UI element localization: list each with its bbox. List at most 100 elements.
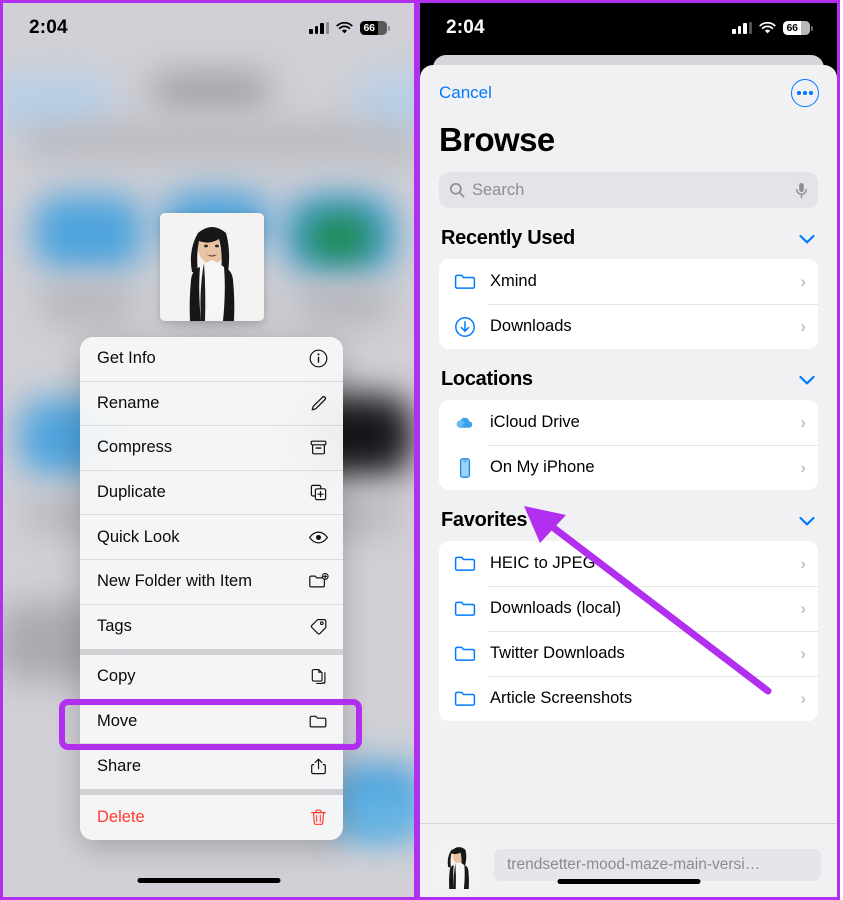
status-icons: 66 (309, 21, 390, 35)
folder-icon (454, 691, 476, 706)
share-up-arrow-icon (307, 756, 329, 778)
icloud-drive-icon (456, 417, 473, 428)
chevron-down-icon[interactable] (798, 374, 816, 386)
list-item-label: Article Screenshots (490, 689, 633, 707)
list-item-article-screenshots[interactable]: Article Screenshots › (439, 676, 818, 721)
file-photo-thumbnail (436, 841, 482, 889)
home-indicator-left (137, 878, 280, 883)
chevron-right-icon: › (800, 553, 806, 573)
list-item-heic-to-jpeg[interactable]: HEIC to JPEG › (439, 541, 818, 586)
list-item-label: HEIC to JPEG (490, 554, 596, 572)
left-phone-panel: 2:04 66 Get Info Rename Compress Duplica… (0, 0, 417, 900)
folder-icon (454, 274, 476, 289)
search-container: Search (420, 159, 837, 208)
clock: 2:04 (446, 17, 485, 38)
context-menu-group-1: Get Info Rename Compress Duplicate Quick… (80, 337, 343, 649)
trash-icon (307, 806, 329, 828)
folder-icon (454, 601, 476, 616)
context-menu-group-3: Delete (80, 788, 343, 840)
iphone-icon (459, 457, 471, 478)
copy-documents-icon (307, 666, 329, 688)
tag-icon (307, 616, 329, 638)
list-item-label: Downloads (490, 317, 572, 335)
search-input[interactable]: Search (439, 172, 818, 208)
list-item-label: Twitter Downloads (490, 644, 625, 662)
clock: 2:04 (29, 17, 68, 38)
list-item-label: On My iPhone (490, 458, 595, 476)
menu-item-compress[interactable]: Compress (80, 426, 343, 471)
menu-item-get-info[interactable]: Get Info (80, 337, 343, 382)
menu-item-label: Rename (97, 393, 160, 412)
section-header-favorites[interactable]: Favorites (439, 490, 818, 541)
chevron-right-icon: › (800, 688, 806, 708)
file-preview-bar: trendsetter-mood-maze-main-versi… (420, 823, 837, 897)
status-bar-right: 2:04 66 (420, 3, 837, 53)
list-item-xmind[interactable]: Xmind › (439, 259, 818, 304)
signal-bars-icon (309, 22, 329, 34)
home-indicator-right (557, 879, 700, 884)
wifi-icon (759, 21, 776, 33)
screenshot-stage: 2:04 66 Get Info Rename Compress Duplica… (0, 0, 843, 900)
file-name-field[interactable]: trendsetter-mood-maze-main-versi… (494, 849, 821, 881)
favorites-card: HEIC to JPEG › Downloads (local) › Twitt… (439, 541, 818, 721)
list-item-on-my-iphone[interactable]: On My iPhone › (439, 445, 818, 490)
menu-item-label: New Folder with Item (97, 572, 252, 591)
menu-item-new-folder-with-item[interactable]: New Folder with Item (80, 560, 343, 605)
signal-bars-icon (732, 22, 752, 34)
recently-used-card: Xmind › Downloads › (439, 259, 818, 349)
menu-item-label: Share (97, 757, 142, 776)
more-circle-icon[interactable] (791, 79, 819, 107)
archive-box-icon (307, 437, 329, 459)
eye-icon (307, 526, 329, 548)
chevron-right-icon: › (800, 271, 806, 291)
browse-sheet: Cancel Browse Search Recently Used Xmind… (420, 65, 837, 897)
menu-item-quick-look[interactable]: Quick Look (80, 515, 343, 560)
menu-item-label: Get Info (97, 349, 156, 368)
list-item-label: Downloads (local) (490, 599, 622, 617)
chevron-right-icon: › (800, 457, 806, 477)
chevron-down-icon[interactable] (798, 233, 816, 245)
section-title: Recently Used (441, 227, 575, 249)
list-item-downloads-local[interactable]: Downloads (local) › (439, 586, 818, 631)
move-highlight-annotation (59, 699, 362, 750)
info-circle-icon (307, 348, 329, 370)
wifi-icon (336, 21, 353, 33)
battery-icon: 66 (783, 21, 813, 35)
status-icons: 66 (732, 21, 813, 35)
menu-item-copy[interactable]: Copy (80, 655, 343, 700)
section-title: Locations (441, 368, 533, 390)
chevron-down-icon[interactable] (798, 515, 816, 527)
menu-item-share[interactable]: Share (80, 744, 343, 789)
status-bar-left: 2:04 66 (3, 3, 414, 53)
page-title: Browse (439, 121, 555, 158)
context-menu[interactable]: Get Info Rename Compress Duplicate Quick… (80, 337, 343, 840)
list-item-label: iCloud Drive (490, 413, 580, 431)
chevron-right-icon: › (800, 412, 806, 432)
menu-item-duplicate[interactable]: Duplicate (80, 471, 343, 516)
battery-icon: 66 (360, 21, 390, 35)
menu-item-label: Tags (97, 617, 132, 636)
list-item-label: Xmind (490, 272, 537, 290)
chevron-right-icon: › (800, 643, 806, 663)
locations-card: iCloud Drive › On My iPhone › (439, 400, 818, 490)
search-icon (449, 182, 465, 198)
list-item-twitter-downloads[interactable]: Twitter Downloads › (439, 631, 818, 676)
section-header-locations[interactable]: Locations (439, 349, 818, 400)
list-item-downloads[interactable]: Downloads › (439, 304, 818, 349)
menu-item-label: Copy (97, 667, 136, 686)
sheet-navigation-bar: Cancel (420, 65, 837, 107)
chevron-right-icon: › (800, 316, 806, 336)
list-item-icloud-drive[interactable]: iCloud Drive › (439, 400, 818, 445)
cancel-button[interactable]: Cancel (439, 83, 492, 103)
menu-item-label: Duplicate (97, 483, 166, 502)
microphone-icon[interactable] (795, 182, 808, 199)
search-placeholder: Search (472, 180, 525, 199)
folder-icon (454, 556, 476, 571)
menu-item-tags[interactable]: Tags (80, 605, 343, 650)
menu-item-delete[interactable]: Delete (80, 795, 343, 840)
section-header-recently-used[interactable]: Recently Used (439, 208, 818, 259)
menu-item-label: Delete (97, 807, 145, 826)
browse-list[interactable]: Recently Used Xmind › Downloads › Locati… (420, 208, 837, 823)
battery-level: 66 (363, 22, 375, 34)
menu-item-rename[interactable]: Rename (80, 382, 343, 427)
